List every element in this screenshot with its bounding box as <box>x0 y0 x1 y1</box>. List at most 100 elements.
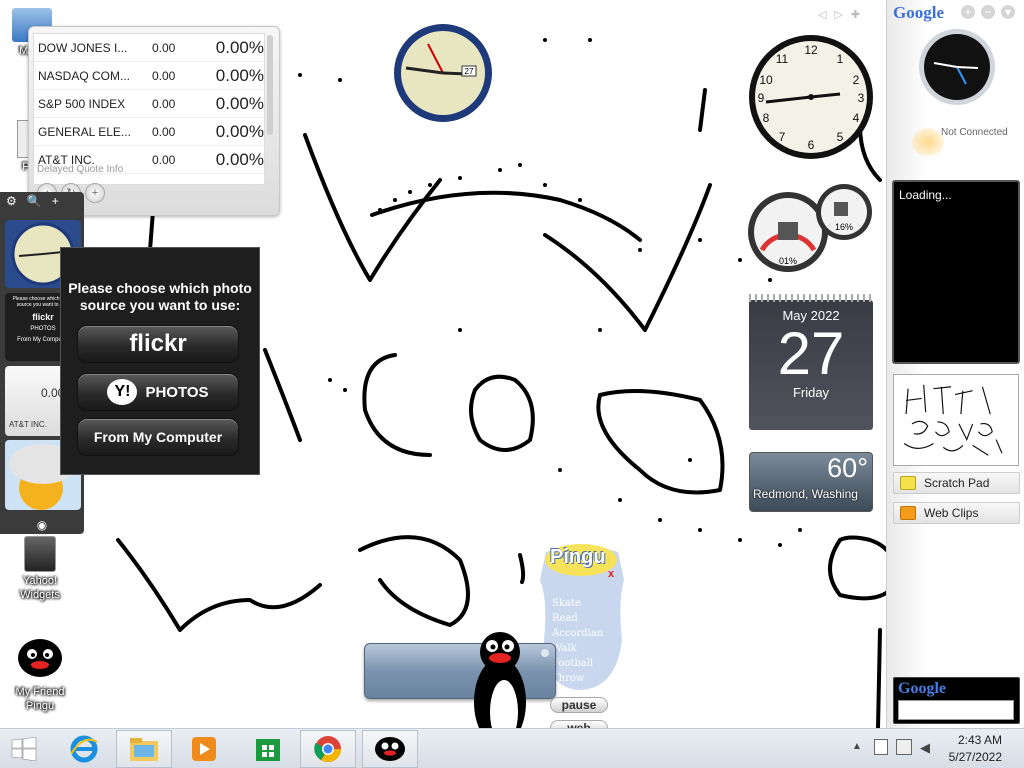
desktop-icon-my-friend-pingu[interactable]: My Friend Pingu <box>10 634 70 713</box>
stock-row[interactable]: NASDAQ COM... 0.00 0.00% <box>34 62 264 90</box>
sidebar-nav-arrows[interactable]: ◁▷✚ <box>818 8 868 21</box>
rss-icon <box>900 506 916 520</box>
svg-text:3: 3 <box>858 91 865 105</box>
weather-gadget[interactable]: 60° Redmond, Washing <box>749 452 873 512</box>
stock-price: 0.00 <box>152 40 176 55</box>
svg-text:10: 10 <box>759 73 773 87</box>
stock-add-icon[interactable]: + <box>85 183 105 203</box>
pause-button-label: pause <box>561 698 597 712</box>
calendar-day: 27 <box>777 320 845 387</box>
svg-text:4: 4 <box>853 111 860 125</box>
connection-status: Not Connected <box>941 127 1008 138</box>
from-my-computer-button[interactable]: From My Computer <box>77 418 239 456</box>
stock-symbol: NASDAQ COM... <box>38 68 131 83</box>
system-tray: ▲ ◀ 2:43 AM 5/27/2022 <box>844 729 1024 768</box>
stock-change: 0.00% <box>215 65 264 85</box>
analog-clock-gadget[interactable]: 27 <box>392 22 494 124</box>
sidebar-clock-gadget[interactable] <box>918 28 996 106</box>
svg-text:6: 6 <box>808 138 815 152</box>
minimize-icon[interactable]: − <box>981 5 995 19</box>
yahoo-logo-icon: Y! <box>107 379 138 405</box>
scratch-pad-icon <box>900 476 916 490</box>
wall-clock-gadget[interactable]: 12 12 3 45 6 78 9 1011 <box>748 34 874 160</box>
stock-symbol: DOW JONES I... <box>38 40 128 55</box>
cpu-meter-gadget[interactable]: 01% 16% <box>748 180 876 274</box>
dock-toolbar: ⚙ 🔍 + <box>0 192 84 210</box>
photo-source-gadget[interactable]: Please choose which photo source you wan… <box>60 247 260 475</box>
desktop-icon-label: My Friend Pingu <box>15 686 65 712</box>
dock-stock-name: AT&T INC. <box>9 420 47 429</box>
sidebar-item-label: Scratch Pad <box>924 476 990 490</box>
close-icon[interactable]: x <box>608 568 614 580</box>
desktop-icon-yahoo-widgets[interactable]: Yahoo! Widgets <box>10 536 70 602</box>
desktop-icon-label: Yahoo! Widgets <box>20 575 60 601</box>
svg-text:12: 12 <box>804 43 818 57</box>
chrome-button[interactable] <box>300 730 356 768</box>
stock-price: 0.00 <box>152 124 176 139</box>
google-search-input[interactable] <box>898 700 1014 720</box>
dock-camera-icon[interactable]: ◉ <box>34 518 50 532</box>
pingu-action-read[interactable]: Read <box>552 611 603 626</box>
chevron-down-icon[interactable]: ▾ <box>1001 5 1015 19</box>
network-icon[interactable] <box>896 739 912 755</box>
sidebar-item-web-clips[interactable]: Web Clips <box>893 502 1020 524</box>
stock-price: 0.00 <box>152 96 176 111</box>
google-search-logo: Google <box>898 680 946 697</box>
store-icon <box>256 739 280 761</box>
show-hidden-icons-icon[interactable]: ▲ <box>852 741 862 752</box>
media-player-icon <box>192 737 216 761</box>
status-glow-icon <box>912 128 944 156</box>
weather-temperature: 60° <box>827 453 868 483</box>
calendar-weekday: Friday <box>792 385 830 400</box>
start-button[interactable] <box>0 730 48 768</box>
volume-icon[interactable]: ◀ <box>920 740 930 756</box>
internet-explorer-button[interactable] <box>56 730 112 768</box>
cpu-usage-value: 01% <box>779 256 797 266</box>
stock-row[interactable]: GENERAL ELE... 0.00 0.00% <box>34 118 264 146</box>
calendar-gadget[interactable]: May 2022 27 Friday <box>749 294 873 430</box>
pingu-action-skate[interactable]: Skate <box>552 596 603 611</box>
google-desktop-sidebar: Google + − ▾ <box>886 0 1024 728</box>
stock-change: 0.00% <box>215 149 264 169</box>
from-my-computer-label: From My Computer <box>93 429 223 445</box>
pingu-action-accordian[interactable]: Accordian <box>552 626 603 641</box>
chrome-icon <box>314 736 342 763</box>
delayed-quote-label: Delayed Quote Info <box>37 164 124 175</box>
gear-icon <box>24 536 56 572</box>
store-button[interactable] <box>240 730 296 768</box>
chat-options-icon[interactable] <box>541 649 549 657</box>
media-player-button[interactable] <box>176 730 232 768</box>
folder-icon <box>130 738 158 761</box>
gear-icon[interactable]: ⚙ <box>6 194 17 208</box>
stock-row[interactable]: DOW JONES I... 0.00 0.00% <box>34 34 264 62</box>
pingu-action-throw[interactable]: Throw <box>552 671 603 686</box>
yahoo-photos-label: PHOTOS <box>145 383 209 401</box>
pingu-action-football[interactable]: Football <box>552 656 603 671</box>
internet-explorer-icon <box>70 735 98 763</box>
pingu-action-walk[interactable]: Walk <box>552 641 603 656</box>
calendar-rings <box>749 294 873 302</box>
pause-button[interactable]: pause <box>550 697 608 713</box>
flickr-button[interactable]: flickr <box>77 325 239 363</box>
taskbar-date[interactable]: 5/27/2022 <box>949 750 1002 764</box>
svg-text:5: 5 <box>837 130 844 144</box>
memory-usage-value: 16% <box>835 222 853 232</box>
scratch-pad-canvas[interactable] <box>893 374 1019 466</box>
taskbar-time[interactable]: 2:43 AM <box>958 733 1002 747</box>
add-icon[interactable]: + <box>961 5 975 19</box>
stock-price: 0.00 <box>152 152 176 167</box>
svg-text:11: 11 <box>776 52 789 66</box>
yahoo-photos-button[interactable]: Y! PHOTOS <box>77 373 239 411</box>
pingu-taskbar-button[interactable] <box>362 730 418 768</box>
file-explorer-button[interactable] <box>116 730 172 768</box>
add-icon[interactable]: + <box>52 194 59 208</box>
sidebar-item-scratch-pad[interactable]: Scratch Pad <box>893 472 1020 494</box>
svg-text:9: 9 <box>758 91 765 105</box>
search-icon[interactable]: 🔍 <box>27 194 42 208</box>
stock-row[interactable]: S&P 500 INDEX 0.00 0.00% <box>34 90 264 118</box>
stocks-scrollbar[interactable] <box>267 35 273 135</box>
news-gadget[interactable]: Loading... <box>892 180 1020 364</box>
action-center-icon[interactable] <box>874 739 888 755</box>
pingu-icon <box>18 639 62 677</box>
stocks-gadget[interactable]: DOW JONES I... 0.00 0.00% NASDAQ COM... … <box>28 26 280 216</box>
